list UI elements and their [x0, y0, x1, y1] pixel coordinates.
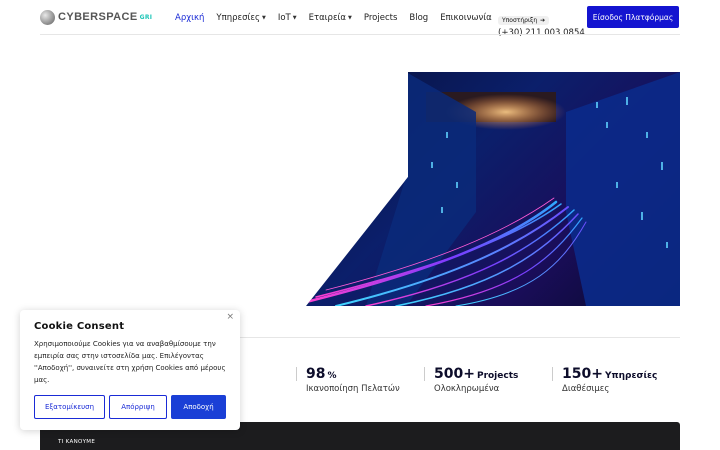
customize-button[interactable]: Εξατομίκευση — [34, 395, 105, 419]
header-divider — [40, 34, 680, 35]
accept-button[interactable]: Αποδοχή — [171, 395, 226, 419]
nav-item-services[interactable]: Υπηρεσίες ▼ — [216, 13, 265, 23]
nav-item-blog[interactable]: Blog — [409, 13, 428, 23]
support-phone[interactable]: (+30) 211 003 0854 — [498, 28, 585, 38]
nav-item-contact[interactable]: Επικοινωνία — [440, 13, 492, 23]
logo-mark-icon — [40, 9, 55, 25]
chevron-down-icon: ▼ — [261, 15, 266, 21]
logo-sub-text: GRI — [139, 13, 153, 21]
stat-separator — [296, 367, 297, 381]
platform-login-button[interactable]: Είσοδος Πλατφόρμας — [587, 6, 679, 28]
server-corridor-illustration — [306, 72, 680, 306]
chevron-down-icon: ▼ — [292, 15, 297, 21]
stat-separator — [424, 367, 425, 381]
arrow-right-icon: ➔ — [540, 17, 546, 24]
cookie-title: Cookie Consent — [34, 321, 125, 332]
reject-button[interactable]: Απόρριψη — [109, 395, 167, 419]
logo[interactable]: CYBERSPACE GRI — [40, 8, 152, 26]
cookie-actions: Εξατομίκευση Απόρριψη Αποδοχή — [34, 395, 230, 419]
support-link[interactable]: Υποστήριξη ➔ — [498, 16, 550, 25]
stat-satisfaction: 98% Ικανοποίηση Πελατών — [306, 366, 400, 394]
nav-item-company[interactable]: Εταιρεία ▼ — [309, 13, 352, 23]
nav-item-home[interactable]: Αρχική — [175, 13, 204, 23]
logo-text: CYBERSPACE — [58, 11, 138, 23]
section-eyebrow: ΤΙ ΚΑΝΟΥΜΕ — [58, 439, 96, 445]
main-nav: Αρχική Υπηρεσίες ▼ IoT ▼ Εταιρεία ▼ Project… — [175, 11, 504, 25]
close-icon[interactable]: × — [226, 312, 234, 322]
stat-services: 150+ Υπηρεσίες Διαθέσιμες — [562, 366, 658, 394]
section-divider — [240, 337, 680, 338]
stat-separator — [552, 367, 553, 381]
chevron-down-icon: ▼ — [348, 15, 352, 21]
cookie-consent-dialog: × Cookie Consent Χρησιμοποιούμε Cookies … — [20, 310, 240, 430]
site-header: CYBERSPACE GRI Αρχική Υπηρεσίες ▼ IoT ▼ Ετ… — [0, 0, 720, 38]
nav-item-projects[interactable]: Projects — [364, 13, 398, 23]
nav-item-iot[interactable]: IoT ▼ — [278, 13, 297, 23]
stat-projects: 500+ Projects Ολοκληρωμένα — [434, 366, 519, 394]
hero-image — [306, 72, 680, 306]
cookie-message: Χρησιμοποιούμε Cookies για να αναβαθμίσο… — [34, 340, 226, 384]
